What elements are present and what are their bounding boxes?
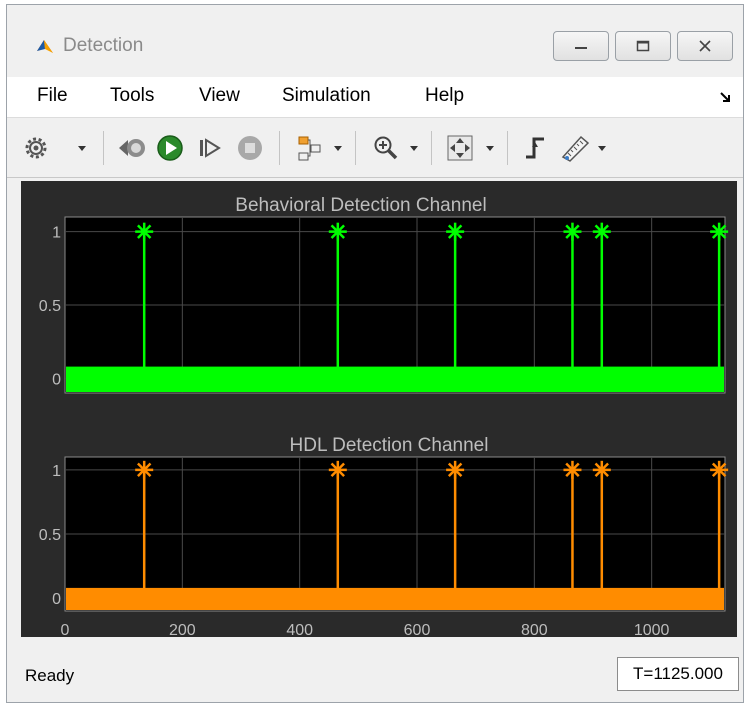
title-bar[interactable]: Detection bbox=[7, 5, 743, 63]
simulation-time: T=1125.000 bbox=[617, 657, 739, 691]
measure-button[interactable] bbox=[559, 131, 593, 165]
close-icon bbox=[699, 40, 711, 52]
highlight-button[interactable] bbox=[293, 131, 327, 165]
step-back-button[interactable] bbox=[115, 131, 149, 165]
step-forward-button[interactable] bbox=[193, 131, 227, 165]
trigger-button[interactable] bbox=[519, 131, 553, 165]
y-tick-label: 1 bbox=[52, 463, 61, 480]
matlab-logo-icon bbox=[37, 40, 53, 53]
gear-icon bbox=[25, 137, 47, 159]
x-tick-label: 0 bbox=[61, 622, 70, 637]
stop-button[interactable] bbox=[233, 131, 267, 165]
zero-stems-band bbox=[66, 366, 724, 392]
settings-button[interactable] bbox=[19, 131, 53, 165]
maximize-icon bbox=[636, 40, 650, 52]
y-tick-label: 1 bbox=[52, 225, 61, 242]
y-tick-label: 0 bbox=[52, 591, 61, 608]
measure-icon bbox=[561, 135, 590, 162]
chevron-down-icon[interactable] bbox=[333, 145, 343, 153]
close-button[interactable] bbox=[677, 31, 733, 61]
trigger-icon bbox=[526, 137, 544, 159]
chevron-down-icon[interactable] bbox=[597, 145, 607, 153]
autoscale-icon bbox=[447, 135, 473, 161]
hdl-y-ticks: 00.51 bbox=[39, 463, 61, 608]
chevron-down-icon[interactable] bbox=[77, 145, 87, 153]
hdl-plot-title: HDL Detection Channel bbox=[290, 435, 489, 456]
x-tick-label: 800 bbox=[521, 622, 548, 637]
y-tick-label: 0.5 bbox=[39, 298, 61, 315]
detection-marker bbox=[563, 460, 582, 479]
x-tick-label: 1000 bbox=[634, 622, 670, 637]
toolbar-separator bbox=[431, 131, 432, 165]
undock-arrow-icon[interactable] bbox=[719, 91, 731, 103]
status-bar: Ready T=1125.000 bbox=[7, 655, 743, 695]
menu-tools[interactable]: Tools bbox=[110, 85, 154, 107]
maximize-button[interactable] bbox=[615, 31, 671, 61]
scope-display: Behavioral Detection Channel 0 0.5 1 HDL D… bbox=[21, 181, 737, 639]
autoscale-button[interactable] bbox=[443, 131, 477, 165]
menu-help[interactable]: Help bbox=[425, 85, 464, 107]
toolbar-separator bbox=[507, 131, 508, 165]
detection-marker bbox=[592, 460, 611, 479]
minimize-icon bbox=[575, 47, 587, 49]
menu-simulation[interactable]: Simulation bbox=[282, 85, 371, 107]
detection-marker bbox=[446, 460, 465, 479]
stop-icon bbox=[238, 136, 262, 160]
toolbar bbox=[7, 119, 743, 178]
toolbar-separator bbox=[279, 131, 280, 165]
step-forward-icon bbox=[200, 138, 221, 158]
menu-file[interactable]: File bbox=[37, 85, 68, 107]
window-title: Detection bbox=[63, 35, 144, 56]
step-back-icon bbox=[119, 139, 145, 157]
zoom-in-icon bbox=[374, 136, 398, 160]
run-icon bbox=[157, 135, 183, 161]
chevron-down-icon[interactable] bbox=[485, 145, 495, 153]
zoom-in-button[interactable] bbox=[369, 131, 403, 165]
x-tick-label: 600 bbox=[404, 622, 431, 637]
minimize-button[interactable] bbox=[553, 31, 609, 61]
hdl-axes: HDL Detection Channel 00.51 0 200 400 600 80… bbox=[39, 435, 729, 639]
hdl-x-ticks: 0 200 400 600 800 1000 bbox=[61, 622, 670, 639]
status-text: Ready bbox=[25, 666, 75, 685]
menu-bar: File Tools View Simulation Help bbox=[7, 77, 743, 118]
chevron-down-icon[interactable] bbox=[409, 145, 419, 153]
y-tick-label: 0.5 bbox=[39, 527, 61, 544]
behavioral-axes: Behavioral Detection Channel 00.51 bbox=[39, 195, 729, 394]
scope-plots: Behavioral Detection Channel 00.51 HDL D… bbox=[39, 195, 729, 639]
zero-stems-band bbox=[66, 587, 724, 610]
y-tick-label: 0 bbox=[52, 371, 61, 388]
scope-window: Detection File Tools View Simulation Hel… bbox=[6, 4, 744, 703]
run-button[interactable] bbox=[153, 131, 187, 165]
detection-marker bbox=[710, 460, 729, 479]
toolbar-separator bbox=[355, 131, 356, 165]
behavioral-plot-title: Behavioral Detection Channel bbox=[235, 195, 486, 216]
behavioral-y-ticks: 00.51 bbox=[39, 225, 61, 389]
toolbar-separator bbox=[103, 131, 104, 165]
x-tick-label: 400 bbox=[286, 622, 313, 637]
detection-marker bbox=[328, 460, 347, 479]
menu-view[interactable]: View bbox=[199, 85, 240, 107]
highlight-icon bbox=[298, 136, 321, 161]
x-tick-label: 200 bbox=[169, 622, 196, 637]
